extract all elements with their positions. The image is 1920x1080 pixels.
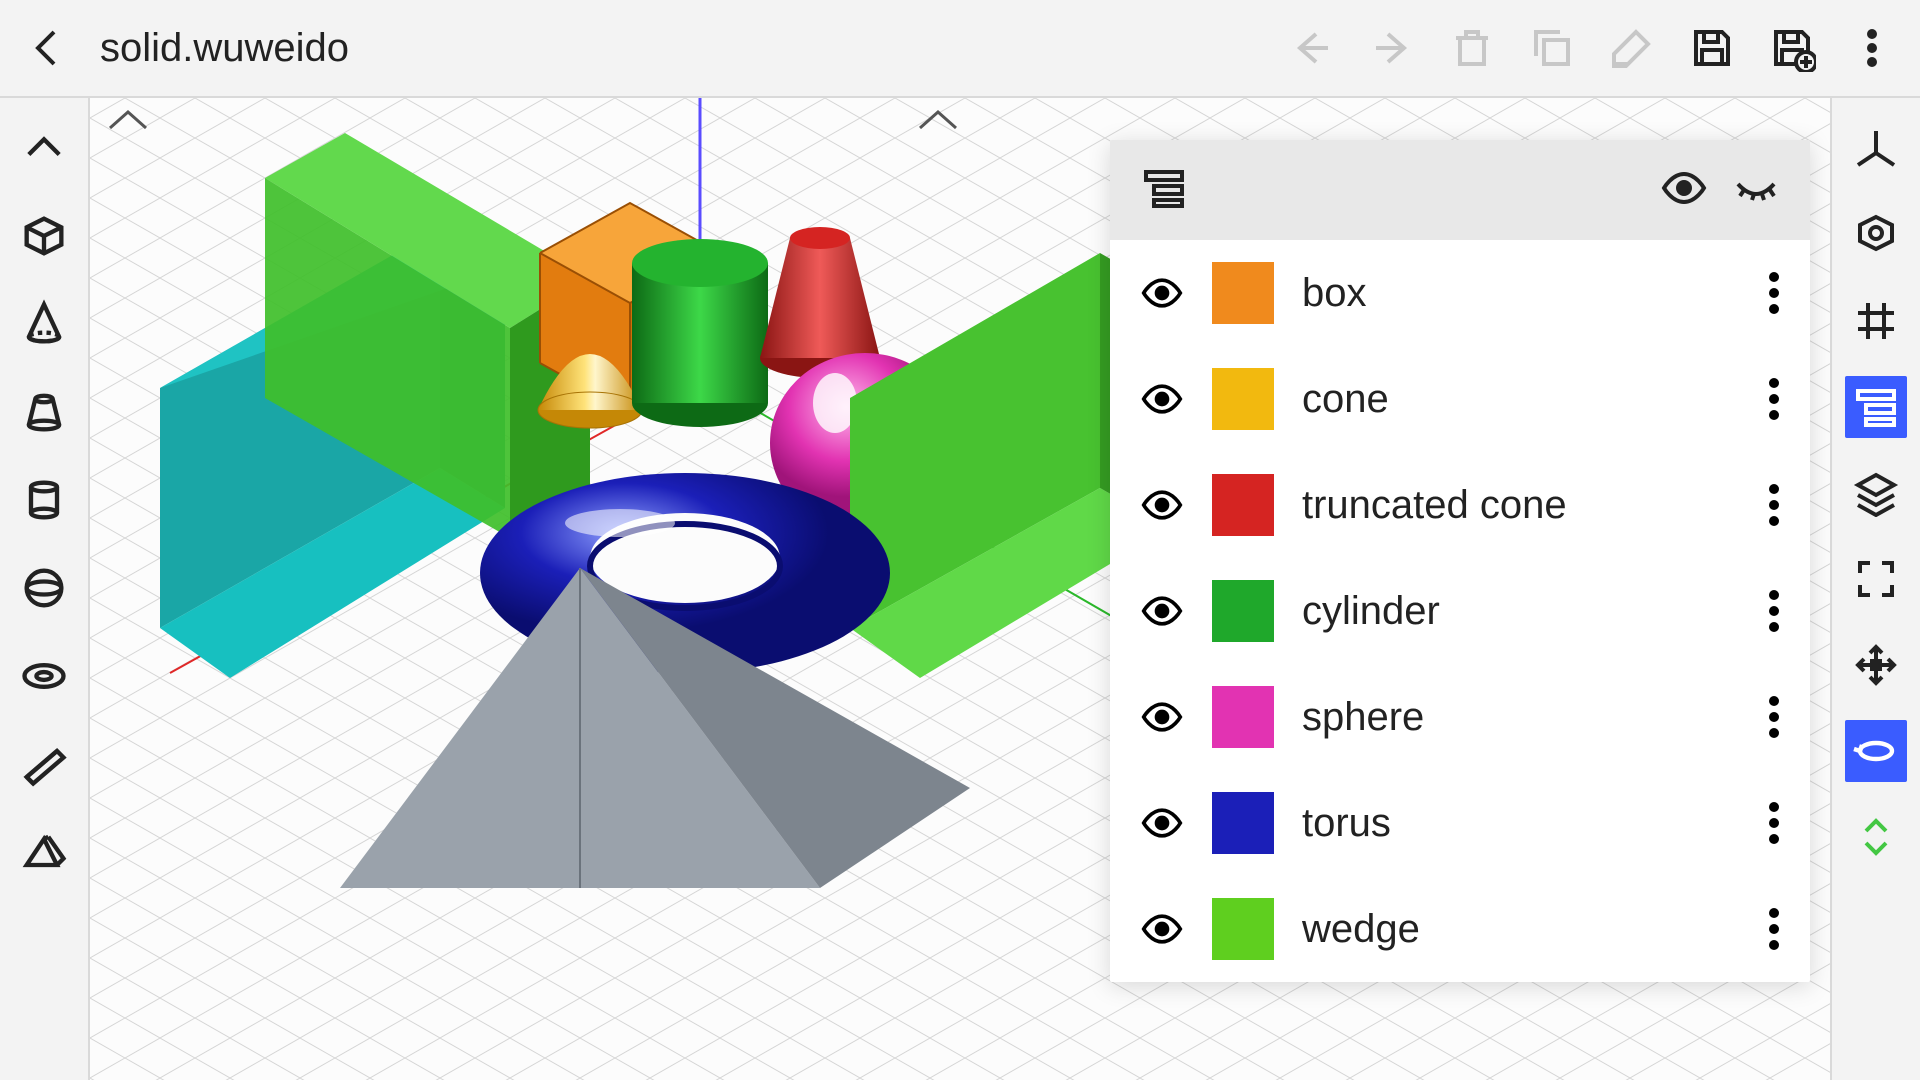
cylinder-tool-button[interactable] [14,470,74,530]
visibility-toggle-icon[interactable] [1140,271,1184,315]
object-row-wedge[interactable]: wedge [1110,876,1810,982]
color-swatch [1212,792,1274,854]
row-menu-icon[interactable] [1768,378,1780,420]
save-button[interactable] [1684,20,1740,76]
outline-panel-button[interactable] [1845,376,1907,438]
color-swatch [1212,262,1274,324]
tree-icon[interactable] [1140,164,1188,217]
row-menu-icon[interactable] [1768,484,1780,526]
color-swatch [1212,368,1274,430]
object-label: sphere [1302,695,1740,740]
top-toolbar: solid.wuweido [0,0,1920,98]
grid-toggle-button[interactable] [1845,290,1907,352]
row-menu-icon[interactable] [1768,908,1780,950]
duplicate-button[interactable] [1524,20,1580,76]
object-label: truncated cone [1302,483,1740,528]
box-tool-button[interactable] [14,206,74,266]
left-toolbar [0,98,90,1080]
row-menu-icon[interactable] [1768,696,1780,738]
visibility-toggle-icon[interactable] [1140,907,1184,951]
right-toolbar [1830,98,1920,1080]
object-row-truncated-cone[interactable]: truncated cone [1110,452,1810,558]
object-row-torus[interactable]: torus [1110,770,1810,876]
sphere-tool-button[interactable] [14,558,74,618]
overflow-menu-button[interactable] [1844,20,1900,76]
object-label: torus [1302,801,1740,846]
pyramid-tool-button[interactable] [14,822,74,882]
object-row-sphere[interactable]: sphere [1110,664,1810,770]
object-label: cylinder [1302,589,1740,634]
visibility-toggle-icon[interactable] [1140,801,1184,845]
object-row-box[interactable]: box [1110,240,1810,346]
truncated-cone-tool-button[interactable] [14,382,74,442]
row-menu-icon[interactable] [1768,802,1780,844]
document-title: solid.wuweido [100,26,349,71]
scale-tool-button[interactable] [1845,806,1907,868]
row-menu-icon[interactable] [1768,590,1780,632]
color-swatch [1212,474,1274,536]
visibility-toggle-icon[interactable] [1140,377,1184,421]
visibility-toggle-icon[interactable] [1140,589,1184,633]
show-all-icon[interactable] [1660,164,1708,217]
object-label: cone [1302,377,1740,422]
redo-button[interactable] [1364,20,1420,76]
layers-button[interactable] [1845,462,1907,524]
object-outline-panel: box cone truncated cone cylinder [1110,140,1810,982]
delete-button[interactable] [1444,20,1500,76]
visibility-toggle-icon[interactable] [1140,483,1184,527]
object-row-cylinder[interactable]: cylinder [1110,558,1810,664]
save-as-button[interactable] [1764,20,1820,76]
torus-tool-button[interactable] [14,646,74,706]
undo-button[interactable] [1284,20,1340,76]
move-tool-button[interactable] [1845,634,1907,696]
wedge-tool-button[interactable] [14,734,74,794]
visibility-toggle-icon[interactable] [1140,695,1184,739]
color-swatch [1212,580,1274,642]
collapse-left-icon[interactable] [14,118,74,178]
color-swatch [1212,686,1274,748]
shape-cylinder [632,239,768,427]
object-label: box [1302,271,1740,316]
axes-view-button[interactable] [1845,118,1907,180]
cone-tool-button[interactable] [14,294,74,354]
color-swatch [1212,898,1274,960]
user-view-button[interactable] [1845,204,1907,266]
back-button[interactable] [20,20,76,76]
rotate-tool-button[interactable] [1845,720,1907,782]
object-label: wedge [1302,907,1740,952]
hide-all-icon[interactable] [1732,164,1780,217]
fullscreen-button[interactable] [1845,548,1907,610]
edit-button[interactable] [1604,20,1660,76]
panel-header [1110,140,1810,240]
row-menu-icon[interactable] [1768,272,1780,314]
object-row-cone[interactable]: cone [1110,346,1810,452]
